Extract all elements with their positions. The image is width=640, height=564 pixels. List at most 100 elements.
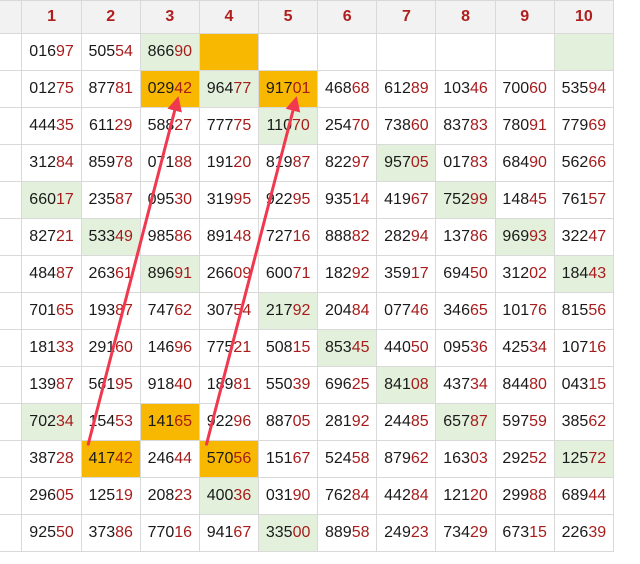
number-leading-digits: 299 <box>502 487 530 504</box>
number-trailing-digits: 76 <box>529 302 547 319</box>
number-trailing-digits: 50 <box>410 339 429 356</box>
number-cell: 82297 <box>317 144 378 182</box>
number-trailing-digits: 96 <box>174 339 193 356</box>
number-trailing-digits: 56 <box>588 302 607 319</box>
column-header-row: 1 2 3 4 5 6 7 8 9 10 <box>0 0 615 34</box>
number-trailing-digits: 21 <box>233 339 252 356</box>
number-leading-digits: 535 <box>561 80 589 97</box>
number-cell: 68944 <box>553 477 615 515</box>
number-leading-digits: 125 <box>561 450 589 467</box>
number-trailing-digits: 44 <box>174 450 193 467</box>
number-cell: 82721 <box>21 218 82 256</box>
number-trailing-digits: 05 <box>292 413 311 430</box>
number-leading-digits: 779 <box>561 117 589 134</box>
number-leading-digits: 359 <box>384 265 411 282</box>
number-trailing-digits: 23 <box>410 524 429 541</box>
number-leading-digits: 734 <box>443 524 470 541</box>
number-trailing-digits: 40 <box>174 376 193 393</box>
number-trailing-digits: 59 <box>529 413 547 430</box>
column-header-2: 2 <box>80 0 141 34</box>
number-leading-digits: 146 <box>147 339 175 356</box>
number-trailing-digits: 61 <box>115 265 133 282</box>
number-cell: 77775 <box>198 107 260 145</box>
number-cell: 07188 <box>139 144 200 182</box>
number-cell: 77521 <box>198 329 260 367</box>
number-cell: 43734 <box>435 366 496 404</box>
number-cell: 35917 <box>376 255 437 293</box>
number-cell: 12519 <box>80 477 141 515</box>
number-cell: 68490 <box>494 144 555 182</box>
number-leading-digits: 204 <box>325 302 352 319</box>
number-leading-digits: 291 <box>88 339 116 356</box>
number-trailing-digits: 83 <box>469 154 488 171</box>
number-leading-digits: 561 <box>88 376 116 393</box>
number-leading-digits: 917 <box>265 80 293 97</box>
row-header-cell <box>0 33 23 71</box>
number-cell: 19120 <box>198 144 260 182</box>
number-trailing-digits: 46 <box>469 80 488 97</box>
number-leading-digits: 889 <box>325 524 352 541</box>
column-header-9: 9 <box>494 0 555 34</box>
number-leading-digits: 442 <box>384 487 411 504</box>
number-cell: 15453 <box>80 403 141 441</box>
number-trailing-digits: 36 <box>233 487 252 504</box>
number-cell: 33500 <box>258 514 319 552</box>
number-cell: 29988 <box>494 477 555 515</box>
number-trailing-digits: 92 <box>351 265 370 282</box>
number-trailing-digits: 65 <box>469 302 488 319</box>
number-leading-digits: 696 <box>325 376 352 393</box>
table-row: 70165 19387 74762 30754 21792 20484 07746 34665… <box>0 292 615 330</box>
number-cell: 56266 <box>553 144 615 182</box>
number-leading-digits: 043 <box>561 376 589 393</box>
number-leading-digits: 417 <box>88 450 116 467</box>
row-header-cell <box>0 107 23 145</box>
number-trailing-digits: 67 <box>233 524 252 541</box>
number-leading-digits: 752 <box>443 191 470 208</box>
number-leading-digits: 941 <box>206 524 234 541</box>
number-cell <box>435 33 496 71</box>
row-header-cell <box>0 514 23 552</box>
column-header-4: 4 <box>198 0 260 34</box>
number-cell: 72716 <box>258 218 319 256</box>
number-cell: 12572 <box>553 440 615 478</box>
number-cell: 88882 <box>317 218 378 256</box>
number-trailing-digits: 39 <box>588 524 607 541</box>
number-cell: 18443 <box>553 255 615 293</box>
number-cell: 38728 <box>21 440 82 478</box>
number-leading-digits: 877 <box>88 80 116 97</box>
number-trailing-digits: 05 <box>56 487 74 504</box>
number-trailing-digits: 60 <box>529 80 547 97</box>
number-cell: 23587 <box>80 181 141 219</box>
number-cell: 86690 <box>139 33 200 71</box>
number-cell: 73860 <box>376 107 437 145</box>
number-cell: 48487 <box>21 255 82 293</box>
number-trailing-digits: 71 <box>292 265 311 282</box>
number-leading-digits: 246 <box>147 450 175 467</box>
column-header-5: 5 <box>258 0 319 34</box>
column-header-10: 10 <box>553 0 615 34</box>
number-cell: 31284 <box>21 144 82 182</box>
number-cell: 44050 <box>376 329 437 367</box>
number-trailing-digits: 56 <box>233 450 252 467</box>
number-leading-digits: 095 <box>147 191 175 208</box>
number-leading-digits: 208 <box>147 487 175 504</box>
grid-body: 01697 50554 86690 01275 87781 02942 96477 91701… <box>0 33 615 552</box>
number-cell: 37386 <box>80 514 141 552</box>
number-cell: 19387 <box>80 292 141 330</box>
number-trailing-digits: 83 <box>469 117 488 134</box>
number-trailing-digits: 34 <box>469 376 488 393</box>
number-trailing-digits: 97 <box>56 43 74 60</box>
column-header-8: 8 <box>435 0 496 34</box>
number-trailing-digits: 46 <box>410 302 429 319</box>
number-cell: 10716 <box>553 329 615 367</box>
number-leading-digits: 841 <box>384 376 411 393</box>
row-header-cell <box>0 440 23 478</box>
number-trailing-digits: 19 <box>115 487 133 504</box>
corner-cell <box>0 0 23 34</box>
number-trailing-digits: 96 <box>233 413 252 430</box>
number-cell: 24923 <box>376 514 437 552</box>
number-trailing-digits: 67 <box>410 191 429 208</box>
number-trailing-digits: 05 <box>410 154 429 171</box>
number-trailing-digits: 42 <box>115 450 133 467</box>
number-leading-digits: 029 <box>147 80 175 97</box>
